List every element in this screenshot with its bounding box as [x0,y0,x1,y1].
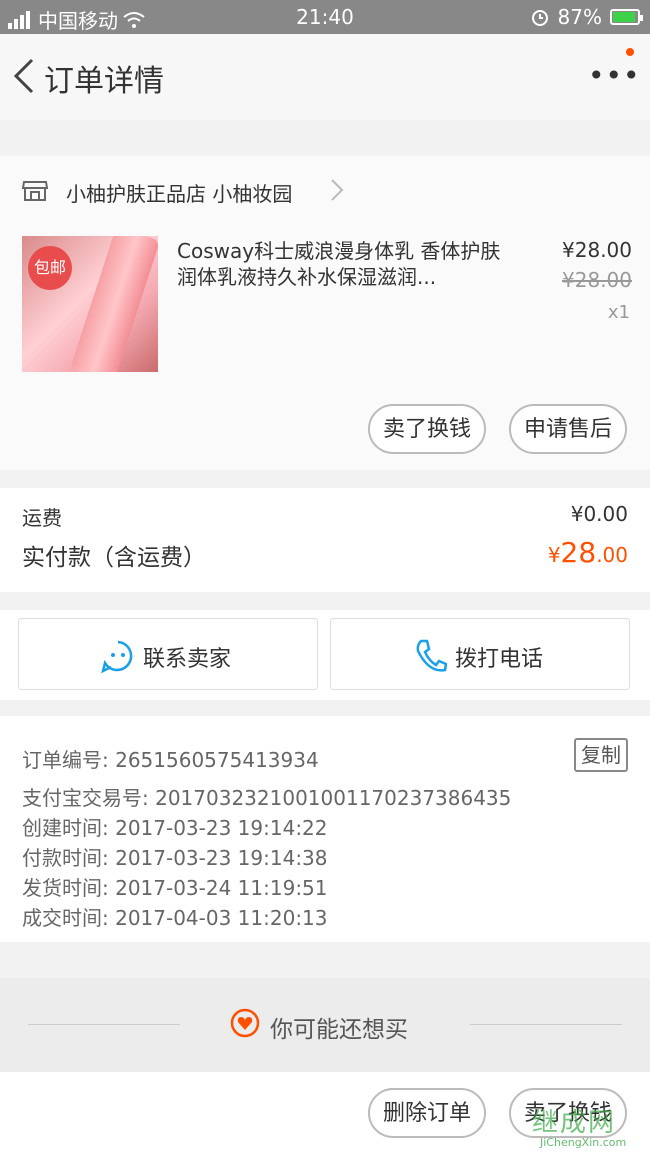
back-icon[interactable] [10,56,40,96]
watermark: 继成网 JiChengXin.com [532,1102,642,1152]
shop-icon [22,181,48,201]
shipped-time: 发货时间: 2017-03-24 11:19:51 [22,876,328,900]
alipay-trade-number: 支付宝交易号: 2017032321001001170237386435 [22,786,512,810]
divider-right [470,1024,622,1025]
product-title: Cosway科士威浪漫身体乳 香体护肤润体乳液持久补水保湿滋润... [177,239,501,289]
after-sales-button[interactable]: 申请售后 [509,404,627,454]
chat-face-icon [101,640,133,673]
shipping-label: 运费 [22,506,62,530]
footer-bar: 删除订单 卖了换钱 继成网 JiChengXin.com [0,1072,650,1155]
page-title: 订单详情 [44,64,164,99]
order-number: 订单编号: 2651560575413934 [22,748,319,772]
paid-int: 28 [560,536,597,569]
more-menu-icon[interactable]: ••• [588,62,640,90]
product-price: ¥28.00 [562,238,632,262]
copy-button[interactable]: 复制 [574,738,628,772]
shipping-value: ¥0.00 [570,502,628,526]
battery-icon [610,9,643,25]
status-bar: 中国移动 21:40 87% [0,0,650,34]
contact-seller-label: 联系卖家 [143,647,232,672]
notification-dot [626,48,634,56]
watermark-text: 继成网 [532,1108,617,1138]
product-original-price: ¥28.00 [562,268,632,292]
nav-bar: 订单详情 ••• [0,34,650,120]
alarm-icon [531,10,548,26]
shop-name: 小柚护肤正品店 小柚妆园 [66,182,293,206]
sell-for-cash-button[interactable]: 卖了换钱 [368,404,486,454]
battery-percent: 87% [557,5,602,29]
recommend-label: 你可能还想买 [270,1017,408,1043]
product-quantity: x1 [607,302,630,323]
recommend-divider: 你可能还想买 [0,978,650,1072]
paid-yen: ¥ [547,543,561,567]
heart-icon [230,1008,260,1038]
status-right: 87% [530,5,643,29]
call-label: 拨打电话 [455,647,544,672]
fees-section: 运费 ¥0.00 实付款（含运费） ¥28.00 [0,488,650,592]
paid-amount: ¥28.00 [548,536,628,569]
call-button[interactable]: 拨打电话 [330,618,630,690]
contact-section: 联系卖家 拨打电话 [0,610,650,700]
divider-left [28,1024,180,1025]
paid-label: 实付款（含运费） [22,545,206,571]
paid-time: 付款时间: 2017-03-23 19:14:38 [22,846,328,870]
completed-time: 成交时间: 2017-04-03 11:20:13 [22,906,328,930]
delete-order-button[interactable]: 删除订单 [368,1088,486,1138]
watermark-url: JiChengXin.com [540,1136,627,1149]
shop-row[interactable]: 小柚护肤正品店 小柚妆园 [0,156,650,226]
paid-dec: .00 [596,543,628,567]
phone-icon [416,639,447,672]
order-item[interactable]: 包邮 Cosway科士威浪漫身体乳 香体护肤润体乳液持久补水保湿滋润... ¥2… [0,226,650,470]
free-shipping-badge: 包邮 [28,246,72,290]
order-info: 订单编号: 2651560575413934 支付宝交易号: 201703232… [0,716,650,942]
chevron-right-icon [331,179,344,201]
product-image[interactable]: 包邮 [22,236,158,372]
contact-seller-button[interactable]: 联系卖家 [18,618,318,690]
created-time: 创建时间: 2017-03-23 19:14:22 [22,816,328,840]
